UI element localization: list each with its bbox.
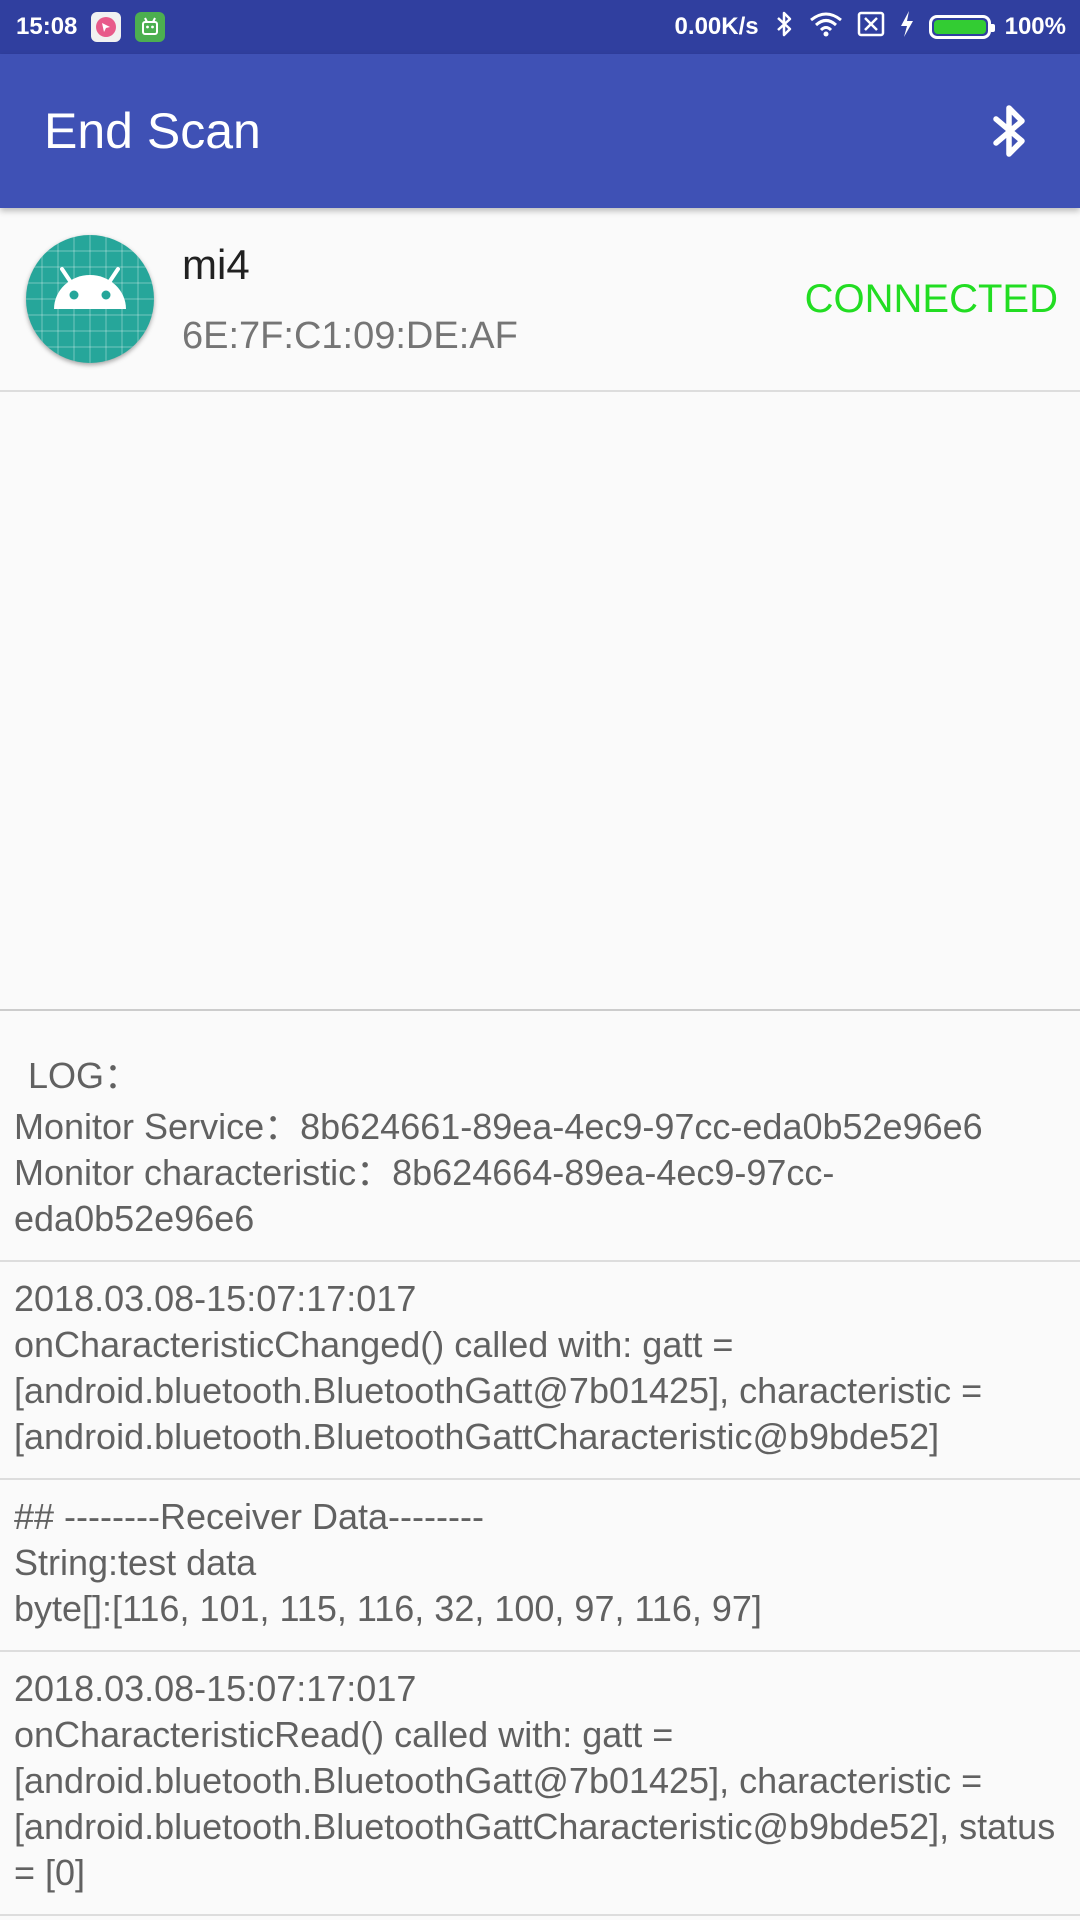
battery-fill xyxy=(933,20,986,34)
status-right: 0.00K/s 100% xyxy=(675,10,1066,45)
log-entry: 2018.03.08-15:07:17:017 onCharacteristic… xyxy=(0,1652,1080,1916)
network-speed: 0.00K/s xyxy=(674,13,759,40)
bluetooth-action-button[interactable] xyxy=(980,101,1040,161)
notification-android-icon xyxy=(135,12,166,42)
charging-icon xyxy=(899,10,915,45)
wifi-icon xyxy=(809,11,843,44)
log-entries: Monitor Service：8b624661-89ea-4ec9-97cc-… xyxy=(0,1112,1080,1916)
log-section: LOG： Monitor Service：8b624661-89ea-4ec9-… xyxy=(0,1009,1080,1920)
connection-status: CONNECTED xyxy=(804,276,1058,321)
device-list-item[interactable]: mi4 6E:7F:C1:09:DE:AF CONNECTED xyxy=(0,208,1080,392)
device-avatar xyxy=(26,235,154,363)
bluetooth-icon xyxy=(993,105,1025,157)
status-left: 15:08 xyxy=(16,12,166,42)
android-icon xyxy=(26,235,154,363)
battery-percent: 100% xyxy=(1004,13,1066,40)
status-bar: 15:08 0.00K/s 100% xyxy=(0,0,1080,54)
device-address: 6E:7F:C1:09:DE:AF xyxy=(182,314,518,357)
log-entry: Monitor Service：8b624661-89ea-4ec9-97cc-… xyxy=(0,1112,1080,1262)
battery-icon xyxy=(928,15,995,39)
log-label: LOG： xyxy=(28,1055,141,1096)
app-bar: End Scan xyxy=(0,54,1080,208)
page-title: End Scan xyxy=(44,103,261,159)
device-name: mi4 xyxy=(182,240,250,288)
log-list[interactable]: Monitor Service：8b624661-89ea-4ec9-97cc-… xyxy=(0,1112,1080,1920)
device-text: mi4 6E:7F:C1:09:DE:AF xyxy=(182,241,518,358)
notification-app-icon xyxy=(91,12,122,42)
no-sim-icon xyxy=(857,11,885,44)
log-entry: 2018.03.08-15:07:17:017 onCharacteristic… xyxy=(0,1262,1080,1480)
bluetooth-status-icon xyxy=(773,10,795,45)
status-time: 15:08 xyxy=(16,13,78,40)
log-entry: ## --------Receiver Data-------- String:… xyxy=(0,1480,1080,1652)
